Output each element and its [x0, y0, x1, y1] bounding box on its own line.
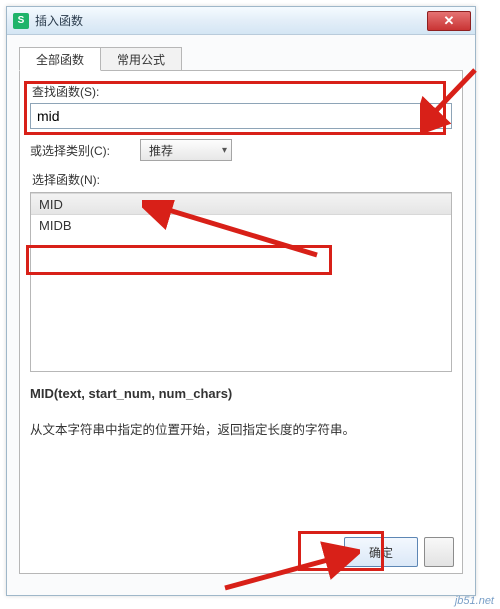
- tab-content: 查找函数(S): 或选择类别(C): 推荐 ▾ 选择函数(N): MID MID…: [19, 71, 463, 574]
- tab-label: 常用公式: [117, 51, 165, 68]
- window-title: 插入函数: [35, 12, 427, 29]
- cancel-button[interactable]: [424, 537, 454, 567]
- function-description: 从文本字符串中指定的位置开始，返回指定长度的字符串。: [30, 419, 452, 438]
- search-input[interactable]: [30, 103, 452, 129]
- tab-label: 全部函数: [36, 51, 84, 68]
- list-item[interactable]: MIDB: [31, 215, 451, 237]
- title-bar: S 插入函数 ✕: [7, 7, 475, 35]
- tab-common-formulas[interactable]: 常用公式: [100, 47, 182, 71]
- dialog-window: S 插入函数 ✕ 全部函数 常用公式 查找函数(S): 或选择类别(C):: [6, 6, 476, 596]
- button-row: 确定: [344, 537, 454, 567]
- category-label: 或选择类别(C):: [30, 142, 140, 159]
- button-label: 确定: [369, 544, 393, 561]
- category-combo[interactable]: 推荐 ▾: [140, 139, 232, 161]
- dialog-body: 全部函数 常用公式 查找函数(S): 或选择类别(C): 推荐 ▾ 选择函数(N…: [7, 35, 475, 595]
- function-name: MIDB: [39, 218, 72, 233]
- search-wrap: [30, 103, 452, 129]
- function-signature: MID(text, start_num, num_chars): [30, 386, 452, 401]
- tab-bar: 全部函数 常用公式: [19, 47, 463, 71]
- tab-all-functions[interactable]: 全部函数: [19, 47, 101, 71]
- list-item[interactable]: MID: [31, 193, 451, 215]
- category-row: 或选择类别(C): 推荐 ▾: [30, 139, 452, 161]
- ok-button[interactable]: 确定: [344, 537, 418, 567]
- search-label: 查找函数(S):: [32, 83, 452, 100]
- select-function-label: 选择函数(N):: [32, 171, 452, 188]
- chevron-down-icon: ▾: [222, 145, 227, 156]
- close-icon: ✕: [444, 13, 455, 29]
- close-button[interactable]: ✕: [427, 11, 471, 31]
- function-name: MID: [39, 197, 63, 212]
- app-icon: S: [13, 13, 29, 29]
- category-selected: 推荐: [149, 142, 173, 159]
- watermark: jb51.net: [455, 595, 494, 607]
- function-listbox[interactable]: MID MIDB: [30, 192, 452, 372]
